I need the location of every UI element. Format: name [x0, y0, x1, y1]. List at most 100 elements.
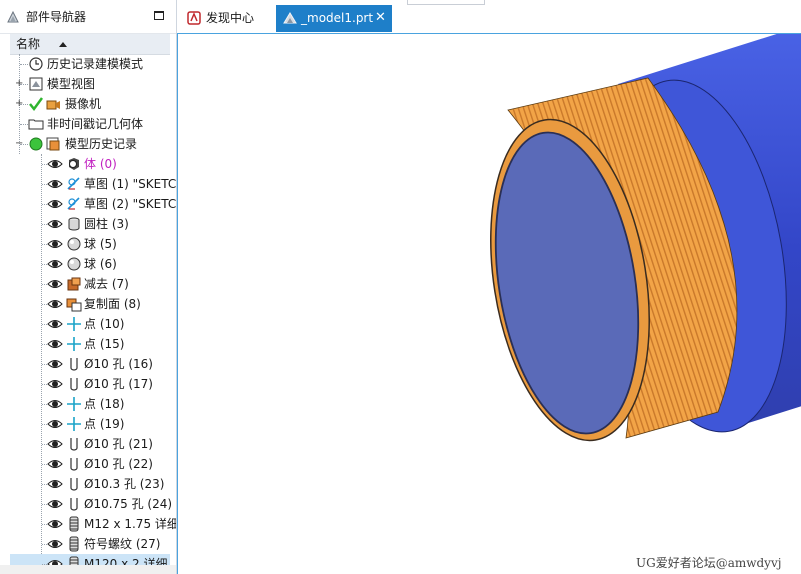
thread-icon [69, 516, 79, 532]
feature-row[interactable]: M12 x 1.75 详细 [10, 514, 176, 534]
point-icon [67, 417, 81, 431]
camera-icon [46, 100, 60, 110]
visibility-eye-icon[interactable] [47, 376, 63, 392]
feature-label: 点 (18) [84, 397, 125, 411]
visibility-eye-icon[interactable] [47, 476, 63, 492]
visibility-eye-icon[interactable] [47, 496, 63, 512]
feature-row[interactable]: 点 (18) [10, 394, 170, 414]
column-header-label: 名称 [16, 37, 41, 51]
tree-item-model-history[interactable]: − 模型历史记录 [10, 134, 170, 154]
feature-row[interactable]: 符号螺纹 (27) [10, 534, 170, 554]
sketch-icon [67, 177, 80, 190]
visibility-eye-icon[interactable] [47, 336, 63, 352]
cylinder-icon [68, 217, 80, 231]
graphics-viewport[interactable] [177, 34, 801, 574]
sphere-icon [67, 237, 81, 251]
feature-row[interactable]: Ø10.3 孔 (23) [10, 474, 170, 494]
feature-label: 点 (15) [84, 337, 125, 351]
sketch-icon [67, 197, 80, 210]
navigator-header: 部件导航器 [0, 0, 176, 34]
green-status-icon [29, 137, 43, 151]
feature-row[interactable]: 减去 (7) [10, 274, 170, 294]
feature-row[interactable]: Ø10 孔 (17) [10, 374, 170, 394]
feature-label: 草图 (2) "SKETC [84, 197, 177, 211]
tree-item-label: 模型视图 [47, 77, 96, 91]
point-icon [67, 317, 81, 331]
feature-label: Ø10 孔 (17) [84, 377, 153, 391]
feature-row[interactable]: 复制面 (8) [10, 294, 170, 314]
feature-label: 点 (10) [84, 317, 125, 331]
feature-row[interactable]: 圆柱 (3) [10, 214, 170, 234]
column-header-name[interactable]: 名称 [10, 34, 170, 55]
feature-row[interactable]: Ø10 孔 (21) [10, 434, 170, 454]
visibility-eye-icon[interactable] [47, 256, 63, 272]
horizontal-scrollbar[interactable] [0, 565, 176, 574]
document-tabbar: 发现中心 _model1.prt ✕ [177, 0, 801, 34]
feature-label: 点 (19) [84, 417, 125, 431]
hole-icon [70, 458, 78, 471]
hole-icon [70, 438, 78, 451]
feature-row[interactable]: 点 (19) [10, 414, 170, 434]
close-tab-icon[interactable]: ✕ [375, 10, 386, 25]
toolbar-fragment [407, 0, 485, 5]
copy-face-icon [66, 298, 82, 312]
visibility-eye-icon[interactable] [47, 396, 63, 412]
feature-row[interactable]: Ø10.75 孔 (24) [10, 494, 172, 514]
visibility-eye-icon[interactable] [47, 176, 63, 192]
feature-row[interactable]: 体 (0) [10, 154, 170, 174]
feature-label: 复制面 (8) [84, 297, 141, 311]
feature-row[interactable]: 草图 (2) "SKETC [10, 194, 176, 214]
tab-label: _model1.prt [301, 11, 374, 25]
discovery-icon [187, 11, 201, 25]
body-icon [69, 158, 79, 170]
thread-icon [69, 536, 79, 552]
visibility-eye-icon[interactable] [47, 156, 63, 172]
visibility-eye-icon[interactable] [47, 316, 63, 332]
visibility-eye-icon[interactable] [47, 456, 63, 472]
feature-label: Ø10.3 孔 (23) [84, 477, 165, 491]
history-icon [46, 137, 60, 151]
tree-item-label: 模型历史记录 [65, 137, 138, 151]
tree-item-history-mode[interactable]: 历史记录建模模式 [10, 54, 170, 74]
sphere-icon [67, 257, 81, 271]
tree-item-model-views[interactable]: + 模型视图 [10, 74, 170, 94]
feature-label: 球 (6) [84, 257, 117, 271]
part-navigator-icon [7, 10, 19, 23]
feature-row[interactable]: 草图 (1) "SKETC [10, 174, 176, 194]
clock-icon [29, 57, 43, 71]
feature-row[interactable]: 球 (5) [10, 234, 170, 254]
sort-ascending-icon [59, 42, 67, 47]
visibility-eye-icon[interactable] [47, 196, 63, 212]
tab-model1-prt[interactable]: _model1.prt ✕ [276, 5, 392, 32]
visibility-eye-icon[interactable] [47, 236, 63, 252]
visibility-eye-icon[interactable] [47, 536, 63, 552]
hole-icon [70, 358, 78, 371]
feature-label: 减去 (7) [84, 277, 129, 291]
feature-label: 圆柱 (3) [84, 217, 129, 231]
feature-label: 体 (0) [84, 157, 117, 171]
visibility-eye-icon[interactable] [47, 356, 63, 372]
feature-row[interactable]: Ø10 孔 (16) [10, 354, 170, 374]
visibility-eye-icon[interactable] [47, 416, 63, 432]
visibility-eye-icon[interactable] [47, 516, 63, 532]
visibility-eye-icon[interactable] [47, 216, 63, 232]
tree-item-non-timestamp-geometry[interactable]: 非时间戳记几何体 [10, 114, 170, 134]
feature-row[interactable]: Ø10 孔 (22) [10, 454, 170, 474]
feature-row[interactable]: 点 (10) [10, 314, 170, 334]
tab-discovery-center[interactable]: 发现中心 [179, 5, 273, 32]
folder-icon [28, 119, 44, 130]
tree-item-label: 摄像机 [65, 97, 102, 111]
visibility-eye-icon[interactable] [47, 436, 63, 452]
tree-item-cameras[interactable]: + 摄像机 [10, 94, 170, 114]
feature-label: 草图 (1) "SKETC [84, 177, 177, 191]
feature-row[interactable]: 点 (15) [10, 334, 170, 354]
feature-label: 球 (5) [84, 237, 117, 251]
maximize-icon[interactable] [154, 11, 164, 20]
feature-label: Ø10 孔 (22) [84, 457, 153, 471]
visibility-eye-icon[interactable] [47, 276, 63, 292]
model-render[interactable] [178, 34, 801, 574]
feature-row[interactable]: 球 (6) [10, 254, 170, 274]
visibility-eye-icon[interactable] [47, 296, 63, 312]
feature-label: 符号螺纹 (27) [84, 537, 161, 551]
hole-icon [70, 498, 78, 511]
